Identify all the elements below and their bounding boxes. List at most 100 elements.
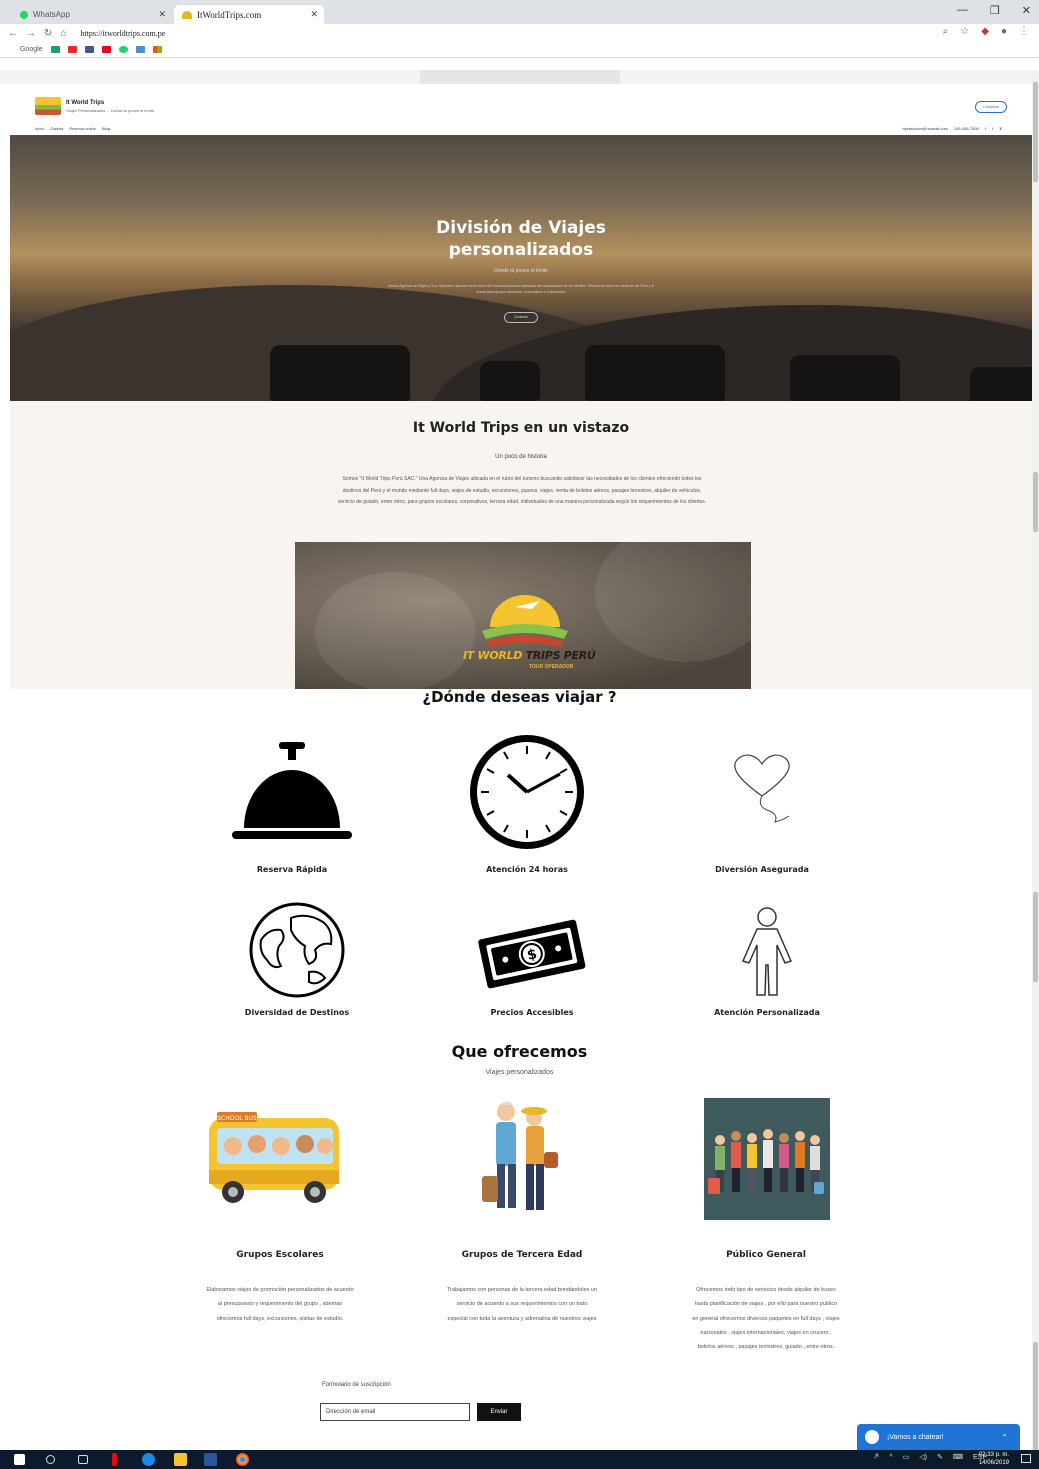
twitter-icon[interactable]: t [992,126,993,131]
header-email[interactable]: ttyservicios@hotmail.com [902,126,947,131]
url-field[interactable]: https://itworldtrips.com.pe [80,29,165,38]
feature-label: Atención Personalizada [714,1008,820,1017]
close-tab-icon[interactable]: ✕ [310,9,318,20]
profile-icon[interactable]: ● [1001,26,1007,37]
email-input[interactable]: Dirección de email [320,1403,470,1421]
site-logo[interactable] [35,97,61,115]
extension-icon[interactable]: ◆ [981,26,989,37]
offer-text: Ofrecemos todo tipo de servicios desde a… [692,1287,840,1351]
navigation-icons[interactable]: ←→↻⌂ [8,28,74,39]
nav-item-blog[interactable]: Blog [102,126,110,131]
site-name[interactable]: It World Trips [66,100,104,106]
menu-icon[interactable]: ⋮ [1019,26,1029,37]
browser-tab-bar: WhatsApp ✕ ItWorldTrips.com ✕ — ❐ ✕ [0,0,1039,24]
offer-title: Grupos de Tercera Edad [461,1250,583,1260]
about-text: Somos "It World Trips Perú SAC." Una Age… [337,476,707,505]
tray-expand-icon[interactable]: ^ [889,1454,892,1461]
service-bell-icon [232,742,352,839]
offers-title: Que ofrecemos [451,1042,588,1061]
page-scrollbar[interactable] [1032,72,1039,1452]
globe-icon [249,902,345,998]
feature-label: Atención 24 horas [486,865,568,874]
hero-banner: División de Viajes personalizados Donde … [10,135,1032,401]
windows-taskbar: ዶ ^ ▭ ◁) ✎ ⌨ ESP 02:33 p. m. 14/06/2019 [0,1450,1039,1469]
feature-precios: $ Precios Accesibles [447,915,617,1020]
about-title: It World Trips en un vistazo [412,420,630,436]
search-icon[interactable] [46,1455,55,1464]
whatsapp-bookmark-icon[interactable] [118,46,128,53]
hero-contact-button[interactable]: Contacto [504,312,538,323]
close-window-icon[interactable]: ✕ [1022,4,1031,17]
subscribe-label: Formulario de suscripción [322,1382,391,1388]
tab-label: ItWorldTrips.com [197,9,262,20]
chat-bubble-icon [865,1430,879,1444]
site-tagline: Viajes Personalizados ... Donde tu pones… [66,108,154,113]
network-icon[interactable]: ▭ [903,1453,910,1461]
office-icon[interactable] [152,46,162,53]
close-tab-icon[interactable]: ✕ [158,9,166,20]
netflix-icon[interactable] [101,46,111,53]
features-title: ¿Dónde deseas viajar ? [422,688,617,706]
windows-start-icon[interactable] [14,1454,25,1465]
chrome-icon[interactable] [236,1453,249,1466]
bookmarks-bar: Google [0,42,1039,58]
window-controls: — ❐ ✕ [957,4,1031,17]
person-icon [741,907,793,996]
chat-label: ¡Vamos a chatear! [887,1433,944,1441]
site-header: It World Trips Viajes Personalizados ...… [10,85,1032,135]
feature-label: Diversidad de Destinos [244,1008,350,1017]
minimize-icon[interactable]: — [957,4,968,17]
zoom-icon[interactable]: ⌕ [943,26,949,37]
translate-icon[interactable] [135,46,145,53]
nav-item-galeria[interactable]: Galeria [50,126,63,131]
send-button[interactable]: Enviar [477,1403,521,1421]
feature-atencion-personalizada: Atención Personalizada [682,905,852,1020]
school-bus-image: SCHOOL BUS [209,1112,339,1203]
brand-name: IT WORLD TRIPS PERÚ [463,649,596,662]
about-section: It World Trips en un vistazo Un poco de … [10,401,1032,689]
offer-text: Trabajamos con personas de la tercera ed… [447,1287,597,1322]
main-nav: Inicio Galeria Reserva online Blog [35,126,110,131]
feature-reserva-rapida: Reserva Rápida [207,738,377,888]
seniors-image [482,1101,558,1210]
contact-button[interactable]: Contacto [975,101,1007,113]
chat-widget[interactable]: ¡Vamos a chatear! ⌃ [857,1424,1020,1450]
nav-item-inicio[interactable]: Inicio [35,126,44,131]
cart-icon[interactable]: ⊻ [999,126,1002,131]
netflix-taskbar-icon[interactable] [112,1453,117,1466]
pen-icon[interactable]: ✎ [937,1453,943,1461]
taskbar-clock[interactable]: 02:33 p. m. 14/06/2019 [979,1451,1009,1467]
heart-balloon-icon [734,754,790,823]
public-group-image [704,1098,830,1220]
google-bookmark[interactable]: Google [20,46,43,53]
offers-subtitle: Viajes personalizados [485,1069,554,1076]
facebook-icon[interactable]: f [985,126,986,131]
feature-label: Precios Accesibles [490,1008,574,1017]
clock-icon [470,735,584,849]
maximize-icon[interactable]: ❐ [990,4,1000,17]
tab-label: WhatsApp [33,10,70,19]
tab-whatsapp[interactable]: WhatsApp ✕ [12,5,172,24]
offer-title: Grupos Escolares [236,1250,324,1260]
drive-icon[interactable] [50,46,60,53]
feature-label: Diversión Asegurada [715,865,809,874]
chevron-up-icon[interactable]: ⌃ [1001,1433,1008,1442]
notifications-icon[interactable] [1021,1454,1031,1463]
tab-itworldtrips[interactable]: ItWorldTrips.com ✕ [174,5,324,24]
volume-icon[interactable]: ◁) [919,1453,927,1461]
facebook-icon[interactable] [84,46,94,53]
nav-item-reserva[interactable]: Reserva online [69,126,96,131]
keyboard-icon[interactable]: ⌨ [953,1453,963,1461]
header-contact-info: ttyservicios@hotmail.com 106-456-7890 f … [902,126,1002,131]
youtube-icon[interactable] [67,46,77,53]
star-icon[interactable]: ☆ [960,26,969,37]
people-icon[interactable]: ዶ [874,1453,879,1461]
word-icon[interactable] [204,1453,217,1466]
task-view-icon[interactable] [78,1455,88,1464]
file-explorer-icon[interactable] [174,1453,187,1466]
whatsapp-icon [20,10,28,19]
address-bar: ←→↻⌂ https://itworldtrips.com.pe ⌕ ☆ ◆ ●… [0,24,1039,42]
about-video-image[interactable]: IT WORLD TRIPS PERÚ TOUR OPERADOR [295,542,751,689]
edge-icon[interactable] [142,1453,155,1466]
offer-text: Elaboramos viajes de promoción personali… [206,1287,354,1322]
